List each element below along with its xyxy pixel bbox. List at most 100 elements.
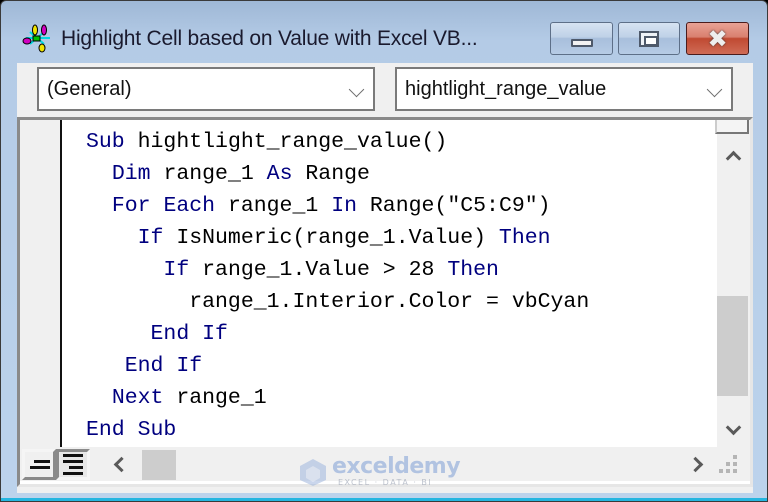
watermark-name: exceldemy — [332, 454, 461, 479]
code-keyword: End — [86, 418, 125, 442]
full-module-view-icon — [63, 454, 83, 457]
code-token: C5 — [460, 194, 487, 218]
code-token: . — [395, 290, 409, 314]
code-line[interactable]: For Each range_1 In Range("C5:C9") — [86, 190, 589, 222]
code-editor[interactable]: Sub hightlight_range_value() Dim range_1… — [17, 117, 753, 487]
code-line[interactable]: If range_1.Value > 28 Then — [86, 254, 589, 286]
restore-button[interactable] — [618, 22, 680, 55]
code-line[interactable]: End Sub — [86, 414, 589, 446]
code-token: . — [395, 226, 409, 250]
vertical-scrollbar[interactable] — [715, 120, 750, 447]
code-token: Value — [305, 258, 370, 282]
restore-icon — [639, 30, 659, 47]
procedure-dropdown[interactable]: hightlight_range_value — [395, 67, 733, 111]
code-keyword: As — [266, 162, 293, 186]
full-module-view-icon-line — [63, 460, 83, 463]
code-line[interactable]: Sub hightlight_range_value() — [86, 126, 589, 158]
code-keyword: If — [202, 322, 228, 346]
code-keyword: If — [137, 226, 164, 250]
watermark: exceldemy EXCEL · DATA · BI — [298, 454, 461, 487]
code-keyword: Each — [163, 194, 216, 218]
code-token: vbCyan — [511, 290, 590, 314]
horizontal-scroll-thumb[interactable] — [142, 450, 176, 480]
code-pane: (General) hightlight_range_value Sub hig… — [17, 63, 753, 493]
margin-indicator-bar[interactable] — [20, 120, 62, 447]
procedure-view-icon — [34, 460, 50, 463]
code-keyword: For — [111, 194, 151, 218]
code-token: Interior — [292, 290, 396, 314]
code-line[interactable]: range_1.Interior.Color = vbCyan — [86, 286, 589, 318]
exceldemy-logo-icon — [300, 458, 326, 486]
code-text[interactable]: Sub hightlight_range_value() Dim range_1… — [86, 126, 589, 446]
code-token: hightlight_range_value — [137, 130, 422, 154]
scroll-left-button[interactable] — [104, 449, 132, 479]
code-token: Range — [305, 162, 370, 186]
code-token: > 28 — [369, 258, 448, 282]
code-keyword: If — [176, 354, 203, 378]
split-bar[interactable] — [715, 120, 749, 134]
code-token: ") — [524, 194, 551, 218]
full-module-view-button[interactable] — [56, 449, 90, 480]
window-title: Highlight Cell based on Value with Excel… — [61, 27, 478, 50]
code-token: range_1 — [202, 258, 293, 282]
scroll-up-button[interactable] — [717, 142, 750, 166]
code-line[interactable]: Next range_1 — [86, 382, 589, 414]
code-keyword: Sub — [137, 418, 177, 442]
vertical-scroll-thumb[interactable] — [717, 296, 748, 396]
code-keyword: In — [331, 194, 357, 218]
scroll-down-button[interactable] — [717, 419, 750, 443]
full-module-view-icon-line — [63, 472, 83, 475]
code-line[interactable]: End If — [86, 318, 589, 350]
chevron-down-icon[interactable] — [339, 80, 373, 99]
procedure-view-button[interactable] — [22, 449, 56, 480]
code-keyword: End — [150, 322, 190, 346]
object-dropdown[interactable]: (General) — [37, 67, 375, 111]
code-token: ( — [292, 226, 306, 250]
minimize-button[interactable] — [550, 22, 613, 55]
code-keyword: Then — [498, 226, 551, 250]
title-bar[interactable]: Highlight Cell based on Value with Excel… — [1, 1, 767, 59]
code-token: Color — [408, 290, 474, 314]
code-token: range_1 — [163, 162, 254, 186]
chevron-left-icon — [113, 456, 129, 472]
code-token: . — [279, 290, 293, 314]
chevron-down-icon[interactable] — [697, 80, 731, 99]
scroll-right-button[interactable] — [684, 449, 712, 479]
code-keyword: Sub — [86, 130, 125, 154]
object-dropdown-value: (General) — [47, 77, 132, 100]
code-line[interactable]: Dim range_1 As Range — [86, 158, 589, 190]
code-token: IsNumeric — [176, 226, 293, 250]
code-keyword: Next — [111, 386, 164, 410]
code-token: : — [486, 194, 499, 218]
procedure-dropdown-value: hightlight_range_value — [405, 77, 607, 100]
watermark-tagline: EXCEL · DATA · BI — [338, 478, 433, 487]
chevron-right-icon — [687, 456, 703, 472]
code-keyword: If — [163, 258, 190, 282]
minimize-icon — [570, 38, 593, 47]
code-token: Value — [408, 226, 474, 250]
code-token: range_1 — [176, 386, 267, 410]
code-line[interactable]: End If — [86, 350, 589, 382]
code-line[interactable]: If IsNumeric(range_1.Value) Then — [86, 222, 589, 254]
code-keyword: Then — [447, 258, 499, 282]
code-token: range_1 — [305, 226, 396, 250]
resize-grip-icon[interactable] — [719, 455, 741, 477]
close-button[interactable]: ✖ — [686, 22, 749, 55]
code-token: range_1 — [189, 290, 280, 314]
code-token: . — [292, 258, 306, 282]
close-icon: ✖ — [707, 24, 728, 53]
code-token: = — [473, 290, 512, 314]
